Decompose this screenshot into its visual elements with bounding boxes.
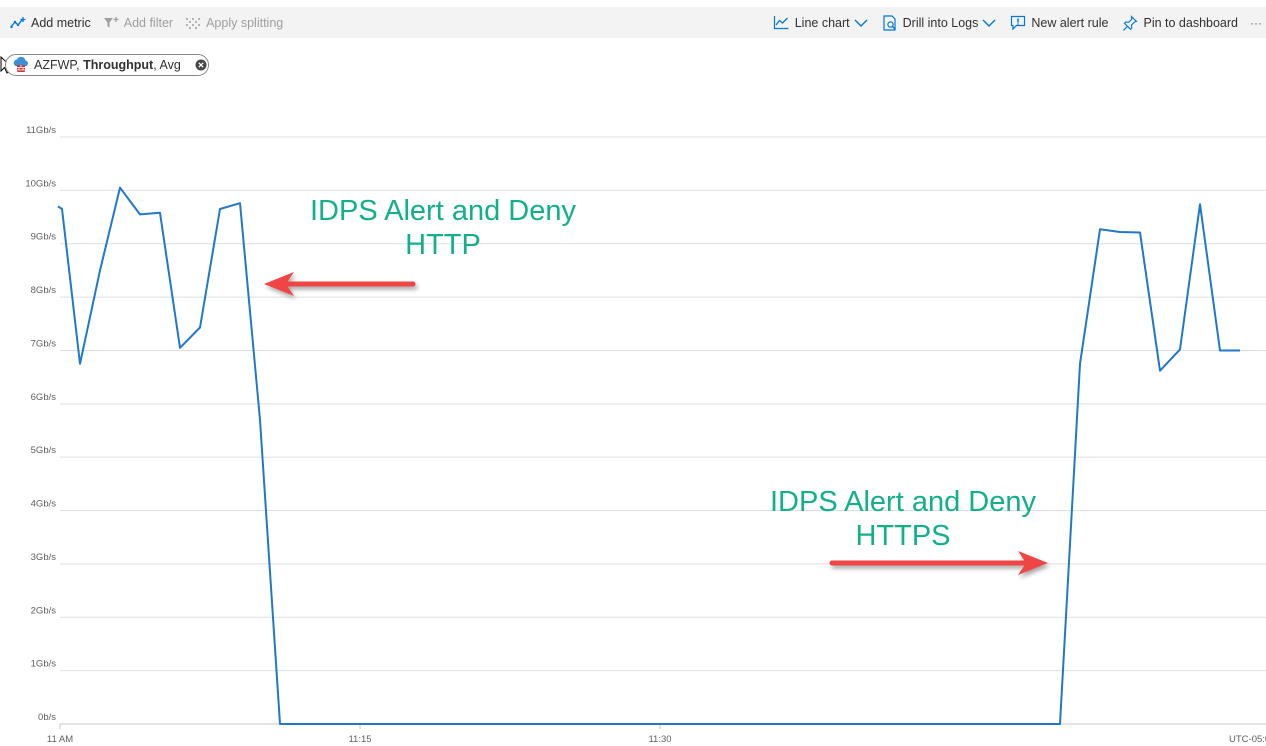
y-tick-label: 1Gb/s bbox=[31, 659, 57, 670]
series-line-0 bbox=[57, 186, 1240, 725]
throughput-line-chart: 0b/s 1Gb/s 2Gb/s 3Gb/s 4Gb/s 5Gb/s 6Gb/s 7Gb/s 8… bbox=[25, 125, 1266, 745]
annotation-arrow bbox=[829, 551, 1048, 575]
timezone-label: UTC-05:00 bbox=[1229, 734, 1266, 745]
annotation-text: HTTPS bbox=[855, 520, 950, 552]
x-tick-label: 11:15 bbox=[348, 734, 371, 745]
y-tick-label: 0b/s bbox=[38, 712, 56, 723]
y-tick-label: 8Gb/s bbox=[31, 285, 57, 296]
y-tick-label: 5Gb/s bbox=[31, 445, 57, 456]
y-tick-label: 10Gb/s bbox=[25, 178, 56, 189]
annotation-text: HTTP bbox=[405, 229, 481, 261]
annotation-text: IDPS Alert and Deny bbox=[770, 486, 1036, 518]
y-tick-label: 4Gb/s bbox=[31, 499, 57, 510]
y-tick-label: 3Gb/s bbox=[31, 552, 57, 563]
y-tick-label: 11Gb/s bbox=[26, 125, 56, 136]
x-tick-label: 11:30 bbox=[648, 734, 671, 745]
y-tick-label: 6Gb/s bbox=[31, 392, 57, 403]
annotation-text: IDPS Alert and Deny bbox=[310, 195, 576, 227]
x-tick-label: 11 AM bbox=[47, 734, 73, 745]
y-tick-label: 7Gb/s bbox=[31, 338, 57, 349]
y-tick-label: 9Gb/s bbox=[31, 232, 57, 243]
y-tick-label: 2Gb/s bbox=[31, 605, 57, 616]
annotation-arrow bbox=[264, 272, 416, 296]
